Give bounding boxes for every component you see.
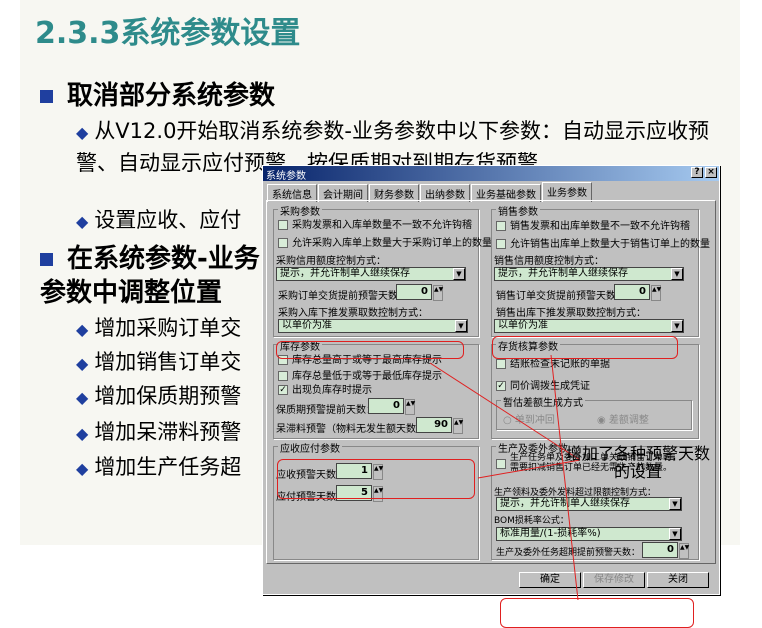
annotation-lines [429, 354, 581, 601]
annotation-text: 增加了各种预警天数的设置 [565, 444, 710, 481]
